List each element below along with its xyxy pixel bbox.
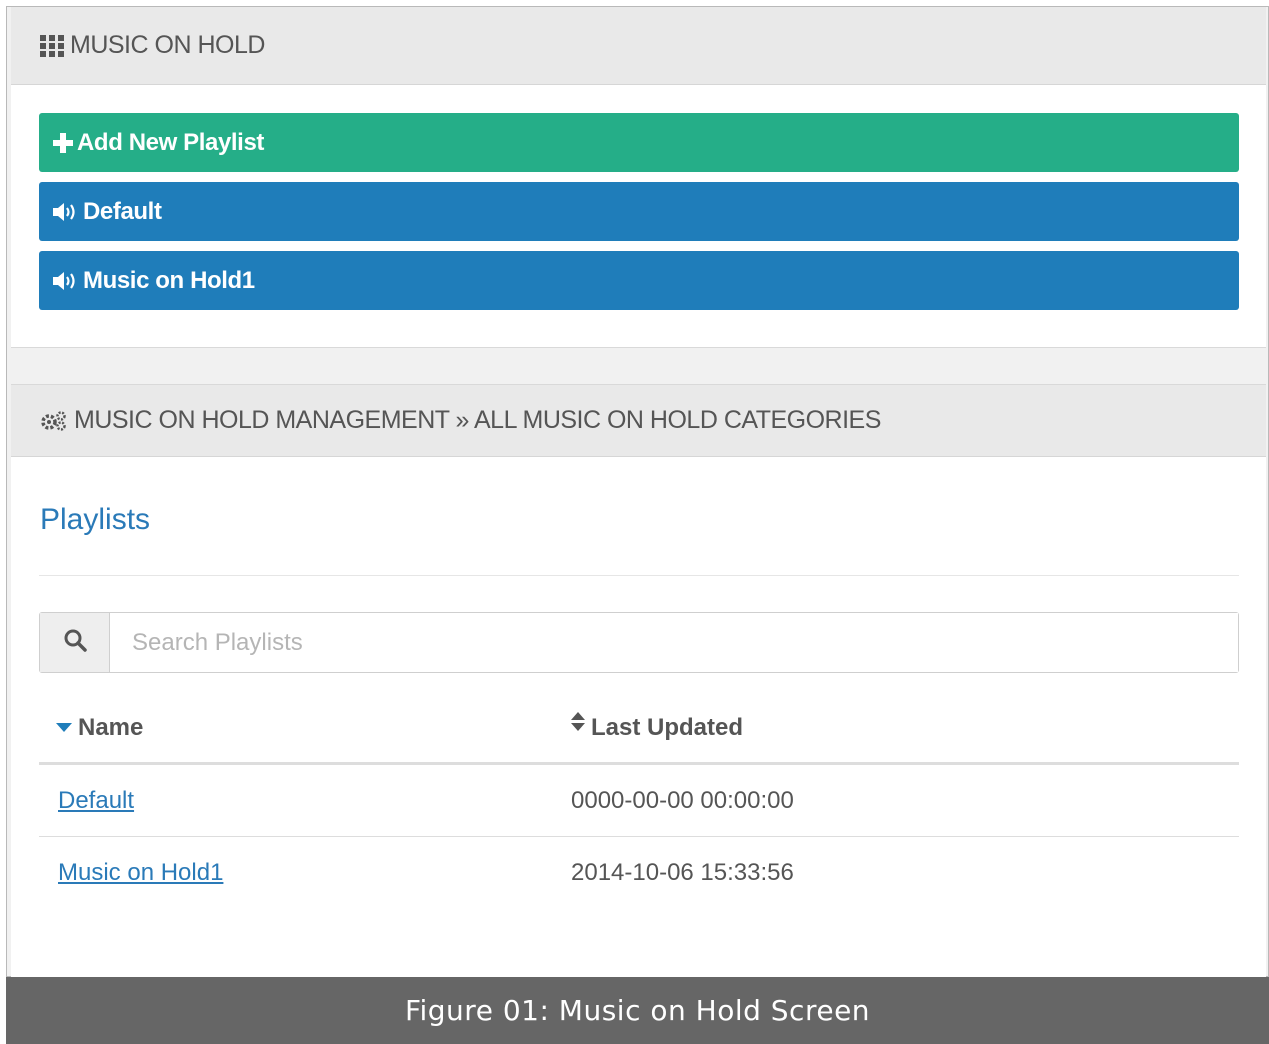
sort-icon	[571, 712, 585, 732]
table-cell-last-updated: 0000-00-00 00:00:00	[571, 786, 794, 814]
caret-down-icon	[56, 723, 72, 733]
playlist-button-label: Music on Hold1	[83, 266, 255, 294]
panel-title: MUSIC ON HOLD	[70, 31, 265, 59]
plus-icon	[53, 132, 73, 153]
gears-icon	[40, 410, 68, 432]
table-cell-name: Music on Hold1	[39, 859, 571, 887]
playlist-button-list: Add New Playlist Default Music on Hold1	[39, 113, 1239, 320]
column-header-last-updated[interactable]: Last Updated	[569, 712, 744, 742]
app-frame: MUSIC ON HOLD Add New Playlist Default M…	[6, 6, 1269, 977]
table-cell-last-updated: 2014-10-06 15:33:56	[571, 859, 794, 886]
table-row: Default 0000-00-00 00:00:00	[39, 765, 1239, 837]
management-heading: MUSIC ON HOLD MANAGEMENT » ALL MUSIC ON …	[11, 385, 1266, 457]
column-header-label: Name	[78, 714, 144, 741]
search-group	[39, 612, 1239, 673]
table-row: Music on Hold1 2014-10-06 15:33:56	[39, 837, 1239, 909]
management-title: MUSIC ON HOLD MANAGEMENT » ALL MUSIC ON …	[74, 406, 881, 434]
volume-icon	[53, 202, 79, 222]
search-icon	[63, 628, 87, 657]
search-input[interactable]	[110, 613, 1238, 672]
section-title: Playlists	[40, 503, 151, 536]
add-new-playlist-label: Add New Playlist	[77, 128, 264, 156]
figure-caption: Figure 01: Music on Hold Screen	[6, 977, 1269, 1044]
playlist-button-label: Default	[83, 197, 162, 225]
search-button[interactable]	[40, 613, 110, 672]
divider	[39, 575, 1239, 576]
music-on-hold-heading: MUSIC ON HOLD	[11, 7, 1266, 85]
music-on-hold-panel: MUSIC ON HOLD Add New Playlist Default M…	[11, 7, 1266, 348]
table-cell-name: Default	[39, 787, 571, 815]
column-header-name[interactable]: Name	[39, 714, 569, 742]
playlists-table: Name Last Updated Default 0000-00-00 00:…	[39, 694, 1239, 909]
grid-icon	[40, 34, 64, 57]
volume-icon	[53, 271, 79, 291]
management-panel: MUSIC ON HOLD MANAGEMENT » ALL MUSIC ON …	[11, 384, 1266, 977]
column-header-label: Last Updated	[591, 714, 744, 741]
playlist-button-music-on-hold1[interactable]: Music on Hold1	[39, 251, 1239, 310]
playlist-link[interactable]: Music on Hold1	[58, 859, 223, 886]
add-new-playlist-button[interactable]: Add New Playlist	[39, 113, 1239, 172]
playlist-button-default[interactable]: Default	[39, 182, 1239, 241]
table-header: Name Last Updated	[39, 694, 1239, 765]
playlist-link[interactable]: Default	[58, 787, 134, 814]
